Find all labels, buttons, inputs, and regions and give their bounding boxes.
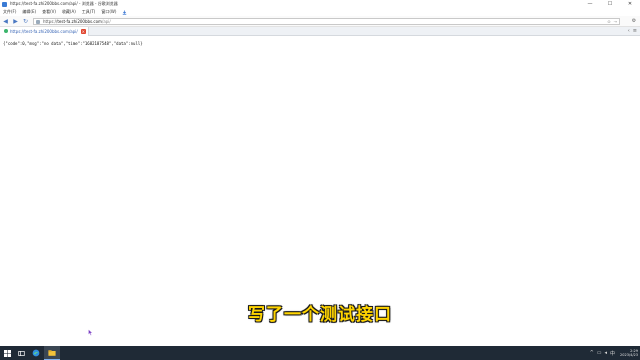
system-tray: ^ ▭ ◂ 中 2:29 2023/4/23	[590, 346, 638, 360]
menu-tools[interactable]: 工具(T)	[79, 9, 99, 15]
show-hidden-icons-icon[interactable]: ^	[590, 350, 594, 356]
url-actions: ⊙ →	[607, 19, 617, 24]
url-host: test-fa.zhi200bbs.com	[57, 19, 102, 24]
download-icon[interactable]	[122, 10, 127, 15]
taskbar: ^ ▭ ◂ 中 2:29 2023/4/23	[0, 346, 640, 360]
network-icon[interactable]: ▭	[597, 350, 602, 356]
url-text[interactable]: https://test-fa.zhi200bbs.com/api/	[43, 19, 111, 24]
settings-icon[interactable]: ⚙	[630, 17, 638, 25]
browser-app-icon	[2, 1, 7, 7]
menu-file[interactable]: 文件(F)	[0, 9, 19, 15]
url-scheme: https://	[43, 19, 58, 24]
address-bar[interactable]: https://test-fa.zhi200bbs.com/api/ ⊙ →	[33, 18, 620, 25]
forward-arrow-icon[interactable]: ▶	[11, 17, 20, 26]
mouse-cursor-icon	[88, 329, 93, 336]
window-title: https://test-fa.zhi200bbs.com/api/ - 浏览器…	[10, 1, 118, 6]
tab-menu-icon[interactable]: ≡	[633, 28, 637, 34]
edge-browser-icon[interactable]	[28, 346, 44, 360]
page-info-icon[interactable]: ⊙	[607, 19, 610, 24]
menu-favorites[interactable]: 收藏(A)	[59, 9, 79, 15]
close-window-button[interactable]: ✕	[620, 0, 640, 8]
tab-close-icon[interactable]: ×	[80, 28, 86, 34]
menu-edit[interactable]: 编辑(E)	[19, 9, 39, 15]
subtitle-text: 写了一个测试接口	[248, 305, 392, 325]
tab-api[interactable]: https://test-fa.zhi200bbs.com/api/ ×	[0, 26, 89, 36]
go-icon[interactable]: →	[614, 19, 617, 24]
volume-icon[interactable]: ◂	[605, 350, 608, 356]
menu-view[interactable]: 查看(V)	[39, 9, 59, 15]
video-subtitle: 写了一个测试接口	[0, 300, 640, 325]
tab-label: https://test-fa.zhi200bbs.com/api/	[10, 28, 78, 34]
menu-window[interactable]: 窗口(W)	[98, 9, 119, 15]
task-view-icon[interactable]	[14, 346, 28, 360]
window-titlebar: https://test-fa.zhi200bbs.com/api/ - 浏览器…	[0, 0, 640, 8]
tab-list-icon[interactable]: ‹	[628, 28, 630, 34]
menu-bar: 文件(F) 编辑(E) 查看(V) 收藏(A) 工具(T) 窗口(W)	[0, 8, 640, 16]
window-controls: — ☐ ✕	[580, 0, 640, 8]
tab-bar: https://test-fa.zhi200bbs.com/api/ × ‹ ≡	[0, 26, 640, 36]
tab-tools: ‹ ≡	[628, 28, 637, 34]
tab-favicon-icon	[4, 29, 8, 33]
back-arrow-icon[interactable]: ◀	[1, 17, 10, 26]
input-method-icon[interactable]: 中	[610, 350, 615, 357]
windows-start-icon[interactable]	[0, 346, 14, 360]
clock-date: 2023/4/23	[620, 353, 638, 357]
page-icon	[36, 19, 40, 24]
url-path: /api/	[101, 19, 111, 24]
toolbar-right: ⚙	[630, 17, 638, 25]
maximize-button[interactable]: ☐	[600, 0, 620, 8]
file-explorer-icon[interactable]	[44, 346, 60, 360]
json-response: {"code":0,"msg":"no data","time":"168218…	[3, 41, 143, 46]
navigation-bar: ◀ ▶ ↻ https://test-fa.zhi200bbs.com/api/…	[0, 16, 640, 27]
refresh-icon[interactable]: ↻	[21, 17, 30, 26]
clock[interactable]: 2:29 2023/4/23	[620, 349, 638, 358]
minimize-button[interactable]: —	[580, 0, 600, 8]
